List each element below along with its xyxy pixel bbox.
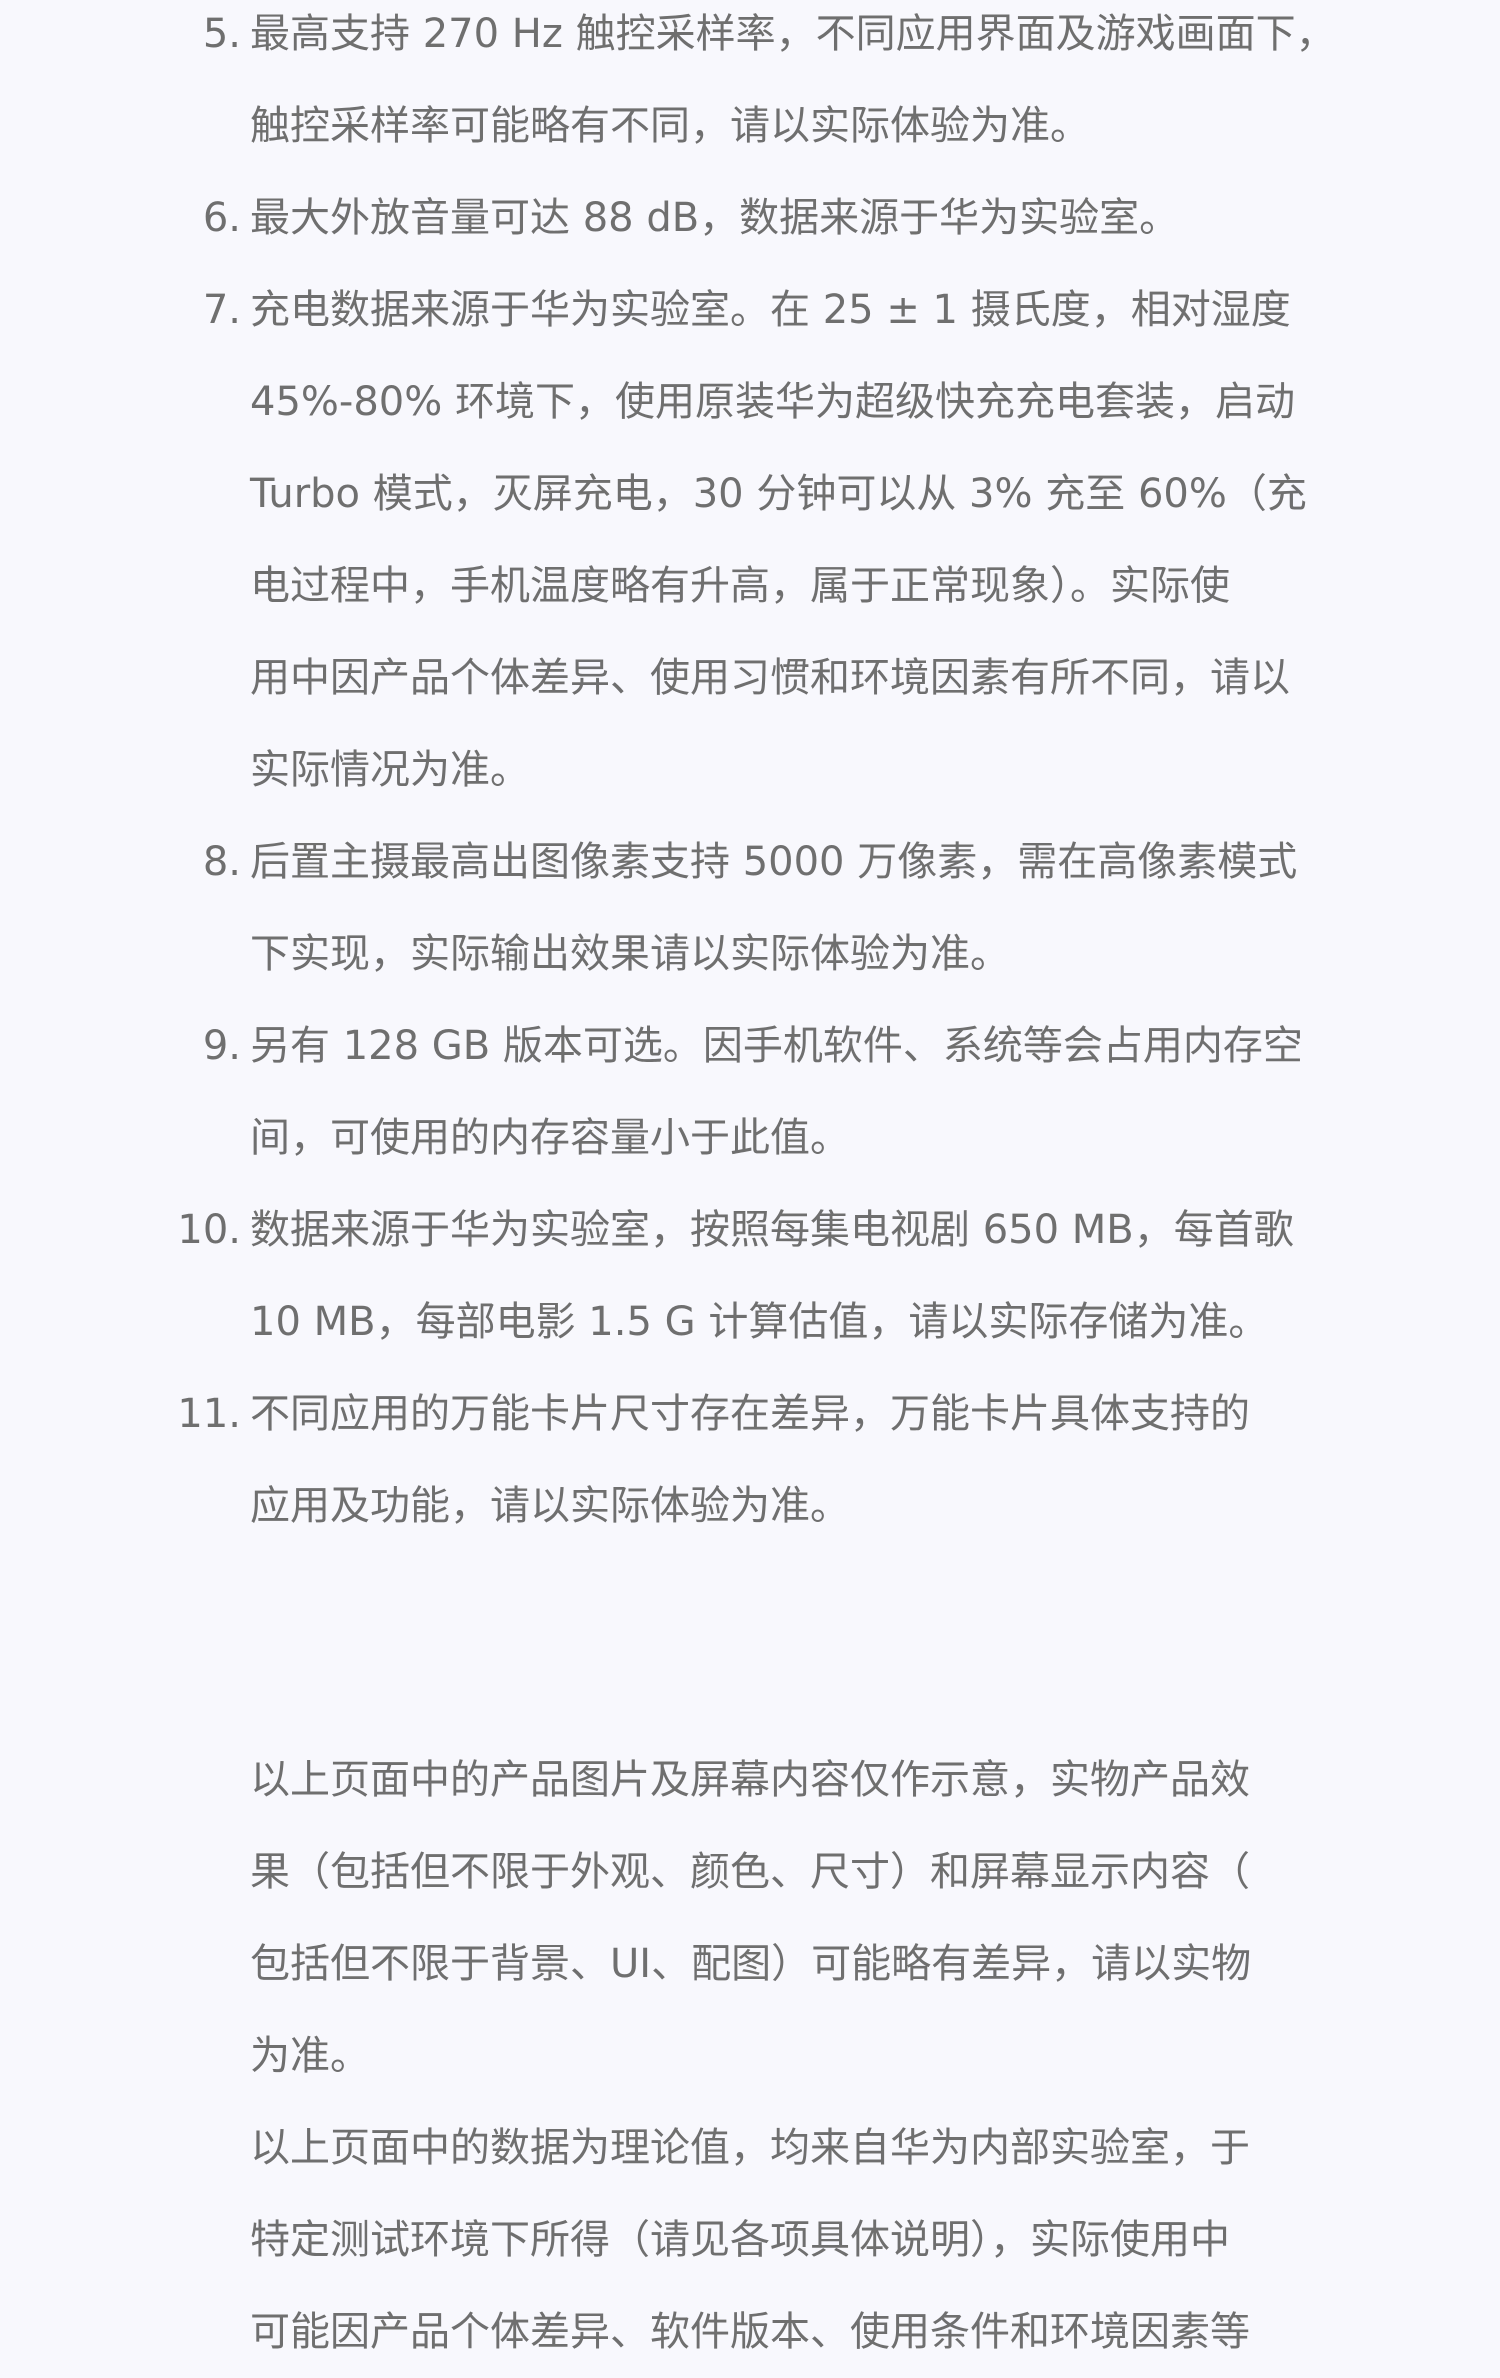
footnote-item: 7. 充电数据来源于华为实验室。在 25 ± 1 摄氏度，相对湿度 45%-80…	[0, 264, 1500, 816]
footnote-text: 数据来源于华为实验室，按照每集电视剧 650 MB，每首歌 10 MB，每部电影…	[250, 1207, 1294, 1345]
footnote-number: 10.	[177, 1207, 241, 1253]
footnotes-page: 5. 最高支持 270 Hz 触控采样率，不同应用界面及游戏画面下， 触控采样率…	[0, 0, 1500, 2355]
footnote-text: 另有 128 GB 版本可选。因手机软件、系统等会占用内存空 间，可使用的内存容…	[250, 1023, 1303, 1161]
footnote-item: 10. 数据来源于华为实验室，按照每集电视剧 650 MB，每首歌 10 MB，…	[0, 1184, 1500, 1368]
disclaimer-paragraph: 以上页面中的数据为理论值，均来自华为内部实验室，于 特定测试环境下所得（请见各项…	[250, 2125, 1250, 2355]
footnote-item: 8. 后置主摄最高出图像素支持 5000 万像素，需在高像素模式 下实现，实际输…	[0, 816, 1500, 1000]
footnote-text: 充电数据来源于华为实验室。在 25 ± 1 摄氏度，相对湿度 45%-80% 环…	[250, 287, 1307, 793]
footnote-item: 6. 最大外放音量可达 88 dB，数据来源于华为实验室。	[0, 172, 1500, 264]
footnote-number: 6.	[202, 195, 241, 241]
footnote-text: 最大外放音量可达 88 dB，数据来源于华为实验室。	[250, 195, 1180, 241]
footnote-item: 5. 最高支持 270 Hz 触控采样率，不同应用界面及游戏画面下， 触控采样率…	[0, 0, 1500, 172]
footnote-number: 9.	[202, 1023, 241, 1069]
disclaimer-section: 以上页面中的产品图片及屏幕内容仅作示意，实物产品效 果（包括但不限于外观、颜色、…	[250, 1734, 1340, 2378]
footnote-number: 8.	[202, 839, 241, 885]
footnote-item: 9. 另有 128 GB 版本可选。因手机软件、系统等会占用内存空 间，可使用的…	[0, 1000, 1500, 1184]
footnote-item: 11. 不同应用的万能卡片尺寸存在差异，万能卡片具体支持的 应用及功能，请以实际…	[0, 1368, 1500, 1552]
footnote-text: 最高支持 270 Hz 触控采样率，不同应用界面及游戏画面下， 触控采样率可能略…	[250, 11, 1336, 149]
footnote-number: 7.	[202, 287, 241, 333]
footnote-text: 后置主摄最高出图像素支持 5000 万像素，需在高像素模式 下实现，实际输出效果…	[250, 839, 1298, 977]
disclaimer-paragraph: 以上页面中的产品图片及屏幕内容仅作示意，实物产品效 果（包括但不限于外观、颜色、…	[250, 1757, 1252, 2079]
footnote-text: 不同应用的万能卡片尺寸存在差异，万能卡片具体支持的 应用及功能，请以实际体验为准…	[250, 1391, 1250, 1529]
footnotes-list: 5. 最高支持 270 Hz 触控采样率，不同应用界面及游戏画面下， 触控采样率…	[0, 0, 1500, 1564]
footnote-number: 5.	[202, 11, 241, 57]
footnote-number: 11.	[177, 1391, 241, 1437]
